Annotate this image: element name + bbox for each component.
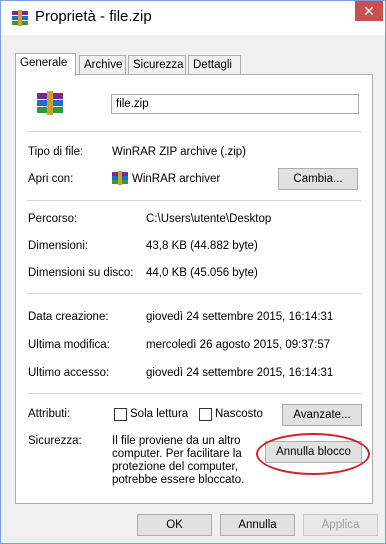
close-icon: ✕ [363, 3, 375, 19]
properties-window: Proprietà - file.zip ✕ Generale Archive … [0, 0, 386, 544]
size-label: Dimensioni: [28, 240, 89, 252]
divider [27, 200, 361, 201]
winrar-icon [12, 10, 28, 26]
hidden-label: Nascosto [215, 408, 263, 420]
winrar-file-icon [37, 91, 63, 115]
apply-button[interactable]: Applica [303, 514, 378, 536]
winrar-app-icon [112, 171, 128, 185]
cancel-button[interactable]: Annulla [220, 514, 295, 536]
file-type-label: Tipo di file: [28, 146, 84, 158]
accessed-value: giovedì 24 settembre 2015, 16:14:31 [146, 367, 334, 379]
tab-sicurezza[interactable]: Sicurezza [128, 55, 186, 75]
modified-label: Ultima modifica: [28, 339, 110, 351]
divider [27, 131, 361, 132]
created-value: giovedì 24 settembre 2015, 16:14:31 [146, 311, 334, 323]
file-type-value: WinRAR ZIP archive (.zip) [112, 146, 246, 158]
path-label: Percorso: [28, 213, 78, 225]
readonly-label: Sola lettura [130, 408, 189, 420]
general-panel: file.zip Tipo di file: WinRAR ZIP archiv… [15, 74, 373, 504]
title-bar[interactable]: Proprietà - file.zip ✕ [1, 1, 385, 35]
ok-button[interactable]: OK [137, 514, 212, 536]
attributes-label: Attributi: [28, 408, 71, 420]
size-value: 43,8 KB (44.882 byte) [146, 240, 258, 252]
divider [27, 293, 361, 294]
accessed-label: Ultimo accesso: [28, 367, 110, 379]
hidden-checkbox[interactable] [199, 408, 212, 421]
filename-field[interactable]: file.zip [111, 94, 359, 114]
security-message: Il file proviene da un altro computer. P… [112, 435, 245, 486]
disk-size-value: 44,0 KB (45.056 byte) [146, 267, 258, 279]
path-value: C:\Users\utente\Desktop [146, 213, 272, 225]
disk-size-label: Dimensioni su disco: [28, 267, 134, 279]
opens-with-value: WinRAR archiver [132, 173, 221, 185]
close-button[interactable]: ✕ [355, 1, 383, 21]
highlight-ellipse [256, 433, 370, 475]
created-label: Data creazione: [28, 311, 109, 323]
advanced-button[interactable]: Avanzate... [282, 404, 362, 426]
readonly-checkbox[interactable] [114, 408, 127, 421]
tab-dettagli[interactable]: Dettagli [188, 55, 241, 75]
divider [27, 393, 361, 394]
modified-value: mercoledì 26 agosto 2015, 09:37:57 [146, 339, 331, 351]
tab-generale[interactable]: Generale [15, 53, 76, 76]
security-label: Sicurezza: [28, 435, 82, 447]
opens-with-label: Apri con: [28, 173, 74, 185]
tab-archive[interactable]: Archive [79, 55, 126, 75]
change-button[interactable]: Cambia... [278, 168, 358, 190]
window-title: Proprietà - file.zip [35, 8, 152, 25]
